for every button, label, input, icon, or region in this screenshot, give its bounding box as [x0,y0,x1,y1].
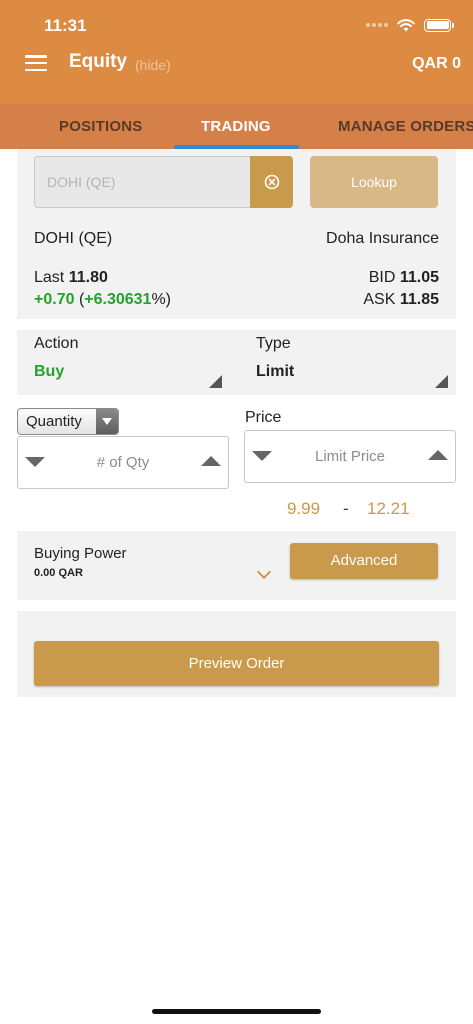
last-price: Last 11.80 [34,269,108,287]
expand-chevron-icon[interactable] [256,564,272,580]
page-title: Equity [69,51,128,72]
price-range-high: 12.21 [367,499,410,518]
preview-order-button[interactable]: Preview Order [34,641,439,686]
status-time: 11:31 [44,16,87,35]
last-price-value: 11.80 [68,269,108,286]
hide-link[interactable]: (hide) [135,57,171,73]
limit-price-input[interactable] [277,431,423,482]
quantity-increment-icon[interactable] [201,456,221,466]
buying-power-label: Buying Power [34,545,127,562]
status-icons [366,16,454,34]
price-increment-icon[interactable] [428,450,448,460]
bid-label: BID [368,269,396,286]
symbol-search-input[interactable] [34,156,250,208]
wifi-icon [397,18,415,31]
change-value: +0.70 [34,291,75,308]
action-value: Buy [34,363,65,380]
buying-power-panel: Buying Power 0.00 QAR Advanced [17,531,456,600]
type-label: Type [256,335,291,352]
quote-panel: Lookup DOHI (QE) Doha Insurance Last 11.… [17,149,456,319]
type-picker[interactable]: Type Limit [239,330,456,395]
price-decrement-icon[interactable] [252,451,272,461]
price-range-low: 9.99 [287,499,321,518]
ask-label: ASK [363,291,396,308]
type-dropdown-icon [435,375,448,388]
battery-icon [424,18,454,32]
price-label: Price [245,409,282,426]
action-dropdown-icon [209,375,222,388]
tab-manage-orders[interactable]: MANAGE ORDERS [338,118,473,135]
bid-price: BID 11.05 [369,269,439,287]
quantity-input[interactable] [50,437,196,488]
lookup-button[interactable]: Lookup [310,156,438,208]
quantity-mode-select[interactable]: Quantity [17,408,119,435]
bid-value: 11.05 [399,269,439,286]
quantity-decrement-icon[interactable] [25,457,45,467]
app-header: 11:31 Equity (hide) QAR 0 [0,0,473,104]
quantity-mode-value: Quantity [26,413,82,430]
buying-power-value: 0.00 QAR [34,567,83,579]
action-label: Action [34,335,79,352]
tab-trading[interactable]: TRADING [201,118,271,135]
quote-symbol: DOHI (QE) [34,230,113,247]
change-pct-value: +6.30631 [84,291,152,308]
type-value: Limit [256,363,295,380]
preview-panel: Preview Order [17,611,456,697]
tab-bar: POSITIONS TRADING MANAGE ORDERS [0,104,473,149]
clear-circle-icon [264,174,279,190]
tab-positions[interactable]: POSITIONS [59,118,142,135]
ask-value: 11.85 [399,291,439,308]
chevron-down-icon [96,409,118,434]
change-pct-close: %) [151,291,172,308]
ask-price: ASK 11.85 [363,291,439,309]
company-name: Doha Insurance [326,230,439,247]
order-settings-panel: Action Buy Type Limit [17,330,456,395]
price-stepper [244,430,456,483]
price-range-separator: - [343,499,349,518]
clear-search-button[interactable] [250,156,293,208]
account-balance: QAR 0 [412,55,461,72]
last-price-label: Last [34,269,65,286]
price-change: +0.70 (+6.30631%) [34,291,171,309]
action-picker[interactable]: Action Buy [17,330,232,395]
home-indicator [152,1009,321,1014]
hamburger-menu-icon[interactable] [25,55,47,71]
cellular-signal-icon [366,23,388,27]
quantity-stepper [17,436,229,489]
advanced-button[interactable]: Advanced [290,543,438,579]
